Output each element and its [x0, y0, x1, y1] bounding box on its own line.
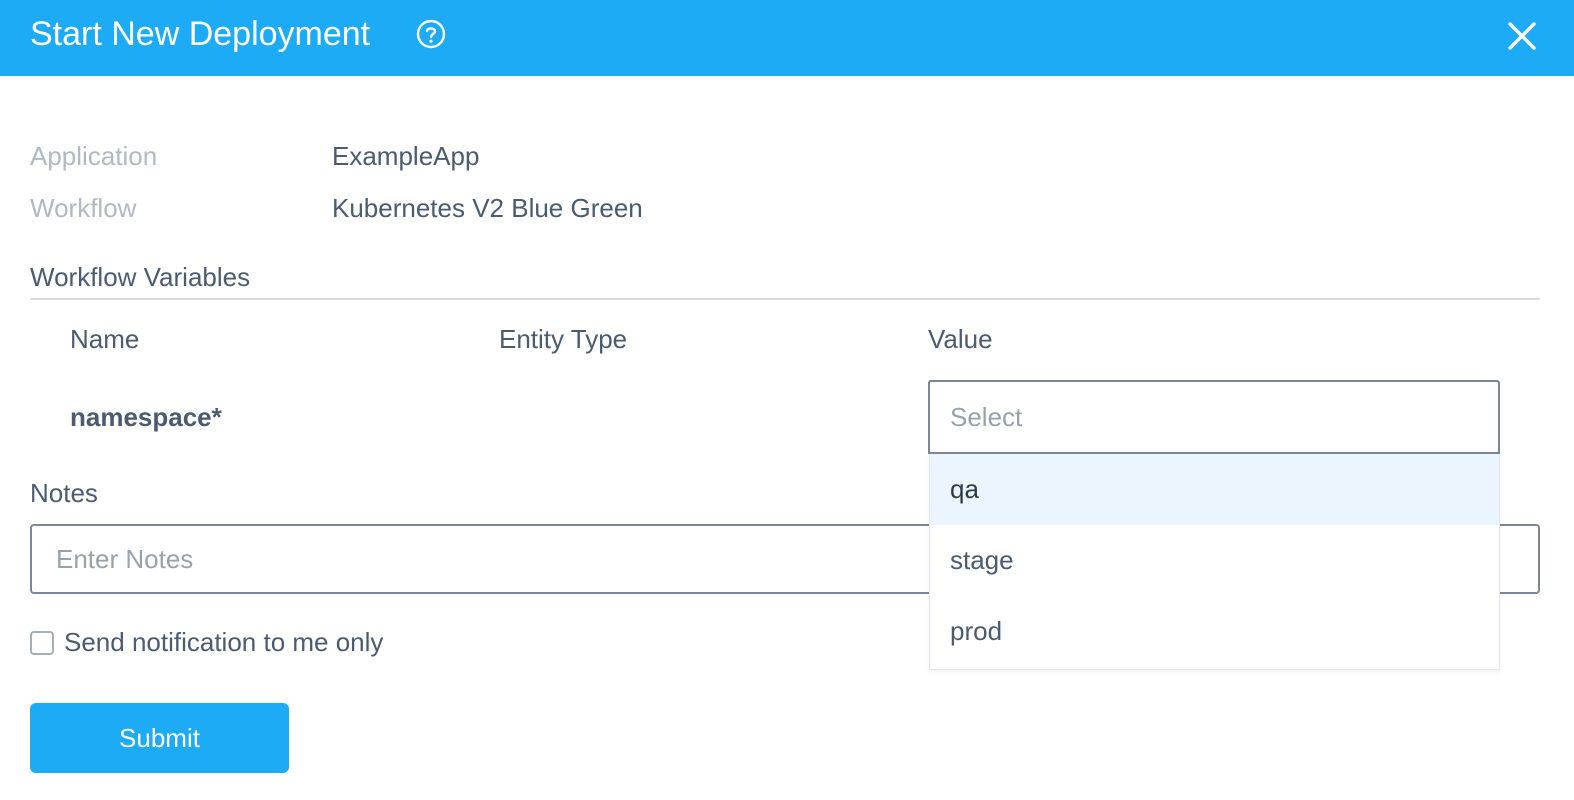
- workflow-label: Workflow: [30, 193, 137, 223]
- workflow-value: Kubernetes V2 Blue Green: [332, 193, 643, 223]
- column-header-name: Name: [70, 324, 140, 354]
- variable-name-namespace: namespace*: [70, 402, 222, 432]
- submit-button[interactable]: Submit: [30, 703, 289, 773]
- dropdown-option-stage[interactable]: stage: [930, 525, 1499, 596]
- dropdown-option-prod[interactable]: prod: [930, 596, 1499, 667]
- application-value: ExampleApp: [332, 141, 480, 171]
- dialog-header: Start New Deployment: [0, 0, 1574, 76]
- notify-me-only-label[interactable]: Send notification to me only: [64, 627, 383, 657]
- namespace-dropdown-menu: qa stage prod: [929, 454, 1500, 670]
- application-label: Application: [30, 141, 158, 171]
- column-header-value: Value: [928, 324, 993, 354]
- dialog-title: Start New Deployment: [30, 15, 371, 53]
- start-deployment-dialog: Start New Deployment Application Example…: [0, 0, 1574, 800]
- notify-me-only-checkbox[interactable]: [30, 631, 54, 655]
- notes-label: Notes: [30, 478, 98, 508]
- dropdown-option-qa[interactable]: qa: [930, 454, 1499, 525]
- workflow-variables-title: Workflow Variables: [30, 262, 251, 292]
- section-divider: [30, 298, 1540, 300]
- close-icon[interactable]: [1507, 21, 1537, 51]
- question-circle-icon[interactable]: [416, 19, 446, 49]
- column-header-entity-type: Entity Type: [499, 324, 628, 354]
- namespace-value-select[interactable]: Select: [928, 380, 1500, 454]
- select-placeholder: Select: [950, 402, 1023, 432]
